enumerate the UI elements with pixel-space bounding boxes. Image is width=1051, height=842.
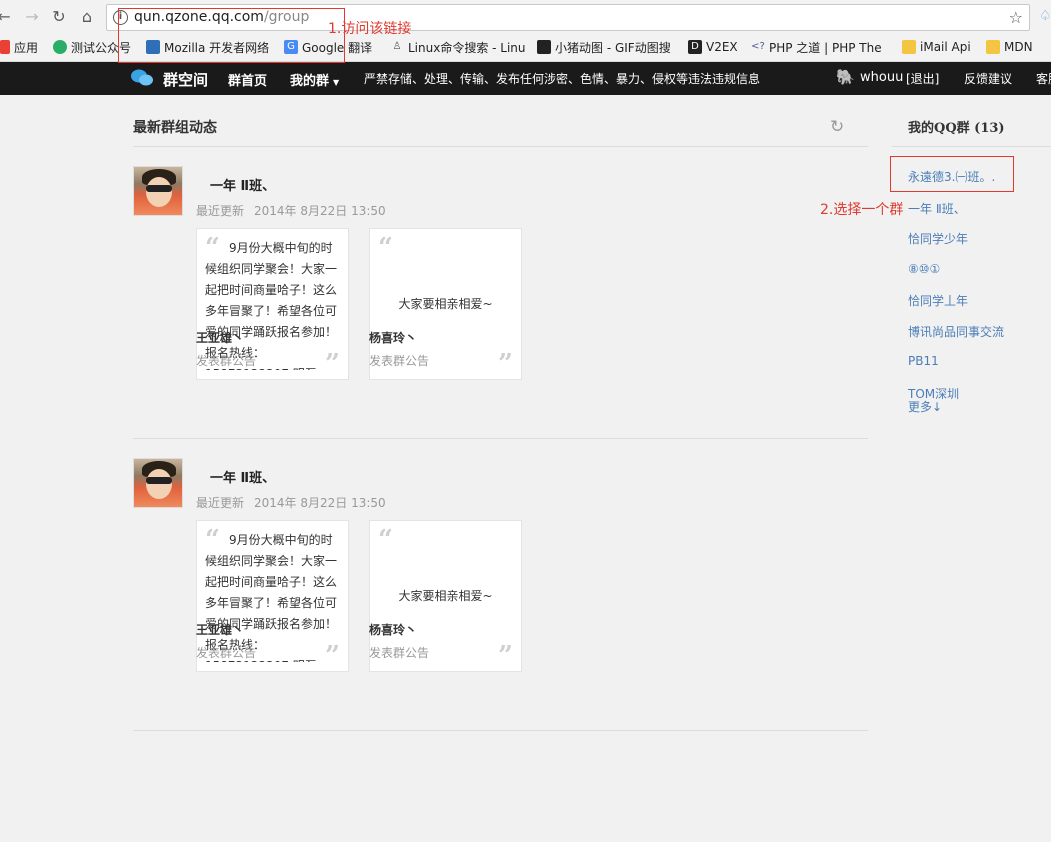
feedback-link[interactable]: 反馈建议 bbox=[964, 70, 1012, 87]
chat-bubbles-icon bbox=[131, 69, 153, 86]
quote-open-icon: “ bbox=[378, 525, 393, 555]
back-icon[interactable]: ← bbox=[0, 7, 14, 27]
nav-my-groups[interactable]: 我的群 ▼ bbox=[290, 70, 339, 89]
bookmark-php[interactable]: <? PHP 之道 | PHP The bbox=[751, 38, 881, 56]
avatar[interactable] bbox=[133, 166, 183, 216]
divider bbox=[133, 730, 868, 731]
extension-icon[interactable]: ♤ bbox=[1039, 8, 1051, 24]
notice-text: 9月份大概中旬的时候组织同学聚会！大家一起把时间商量哈子！这么多年冒聚了！希望各… bbox=[205, 533, 338, 662]
site-navbar: 群空间 群首页 我的群 ▼ 严禁存储、处理、传输、发布任何涉密、色情、暴力、侵权等… bbox=[0, 62, 1051, 95]
sidebar-group-item[interactable]: 一年 Ⅱ班、 bbox=[908, 200, 966, 217]
bookmark-linux[interactable]: ♙ Linux命令搜索 - Linu bbox=[390, 38, 526, 56]
notice-text: 大家要相亲相爱~ bbox=[398, 297, 493, 311]
user-avatar-icon: 🐘 bbox=[836, 68, 855, 86]
notice-action: 发表群公告 bbox=[196, 354, 257, 368]
nav-notice: 严禁存储、处理、传输、发布任何涉密、色情、暴力、侵权等违法违规信息 bbox=[364, 72, 761, 86]
site-logo[interactable]: 群空间 bbox=[163, 69, 208, 90]
post-group-name[interactable]: 一年 Ⅱ班、 bbox=[210, 467, 275, 486]
avatar[interactable] bbox=[133, 458, 183, 508]
quote-close-icon: ” bbox=[325, 349, 340, 379]
sidebar-group-item[interactable]: 恰同学丄年 bbox=[908, 292, 968, 309]
divider bbox=[892, 146, 1051, 147]
quote-close-icon: ” bbox=[498, 349, 513, 379]
notice-author[interactable]: 王亚雄丶 bbox=[196, 621, 244, 638]
bookmark-gif[interactable]: 小猪动图 - GIF动图搜 bbox=[537, 38, 671, 56]
notice-text: 9月份大概中旬的时候组织同学聚会！大家一起把时间商量哈子！这么多年冒聚了！希望各… bbox=[205, 241, 338, 370]
notice-action: 发表群公告 bbox=[196, 646, 257, 660]
refresh-icon[interactable]: ↻ bbox=[830, 117, 844, 137]
feed-title: 最新群组动态 bbox=[133, 120, 217, 136]
bookmark-v2ex[interactable]: D V2EX bbox=[688, 38, 738, 56]
notice-author[interactable]: 杨喜玲丶 bbox=[369, 621, 417, 638]
my-groups-title: 我的QQ群 (13) bbox=[908, 121, 1005, 136]
pig-icon bbox=[537, 40, 551, 54]
bookmark-imail[interactable]: iMail Api bbox=[902, 38, 971, 56]
apps-grid-icon bbox=[0, 40, 10, 54]
quote-close-icon: ” bbox=[325, 641, 340, 671]
sidebar-group-item[interactable]: 恰同学少年 bbox=[908, 230, 968, 247]
wechat-icon bbox=[53, 40, 67, 54]
forward-icon[interactable]: → bbox=[22, 7, 42, 27]
feed-post: 一年 Ⅱ班、 最近更新 2014年 8月22日 13:50 “ 9月份大概中旬的时… bbox=[133, 166, 868, 436]
annotation-box-step1 bbox=[118, 8, 345, 63]
sidebar-group-item[interactable]: PB11 bbox=[908, 354, 939, 368]
bookmark-star-icon[interactable]: ☆ bbox=[1009, 8, 1023, 27]
nav-username[interactable]: whouu bbox=[860, 70, 903, 85]
notice-author[interactable]: 杨喜玲丶 bbox=[369, 329, 417, 346]
php-icon: <? bbox=[751, 41, 765, 52]
notice-action: 发表群公告 bbox=[369, 646, 430, 660]
annotation-step1: 1.访问该链接 bbox=[328, 21, 412, 37]
notice-text: 大家要相亲相爱~ bbox=[398, 589, 493, 603]
post-group-name[interactable]: 一年 Ⅱ班、 bbox=[210, 175, 275, 194]
divider bbox=[133, 146, 868, 147]
sidebar-group-item[interactable]: ⑧⑩① bbox=[908, 262, 940, 276]
service-link[interactable]: 客服 bbox=[1036, 70, 1051, 87]
divider bbox=[133, 438, 868, 439]
quote-open-icon: “ bbox=[378, 233, 393, 263]
folder-icon bbox=[986, 40, 1000, 54]
bookmark-apps[interactable]: 应用 bbox=[0, 38, 38, 56]
sidebar-group-item[interactable]: 博讯尚品同事交流 bbox=[908, 323, 1004, 340]
nav-home[interactable]: 群首页 bbox=[228, 70, 267, 89]
reload-icon[interactable]: ↻ bbox=[49, 7, 69, 27]
logout-link[interactable]: [退出] bbox=[906, 70, 939, 87]
post-updated: 最近更新 2014年 8月22日 13:50 bbox=[196, 204, 386, 218]
home-icon[interactable]: ⌂ bbox=[77, 7, 97, 27]
feed-post: 一年 Ⅱ班、 最近更新 2014年 8月22日 13:50 “ 9月份大概中旬的时… bbox=[133, 458, 868, 728]
notice-author[interactable]: 王亚雄丶 bbox=[196, 329, 244, 346]
annotation-box-step2 bbox=[890, 156, 1014, 192]
folder-icon bbox=[902, 40, 916, 54]
more-groups-link[interactable]: 更多↓ bbox=[908, 398, 942, 415]
quote-close-icon: ” bbox=[498, 641, 513, 671]
bookmark-mdn-folder[interactable]: MDN bbox=[986, 38, 1033, 56]
notice-action: 发表群公告 bbox=[369, 354, 430, 368]
tux-icon: ♙ bbox=[392, 41, 402, 52]
dropdown-caret-icon: ▼ bbox=[333, 78, 340, 87]
post-updated: 最近更新 2014年 8月22日 13:50 bbox=[196, 496, 386, 510]
annotation-step2: 2.选择一个群 bbox=[820, 202, 904, 218]
v2ex-icon: D bbox=[688, 40, 702, 54]
